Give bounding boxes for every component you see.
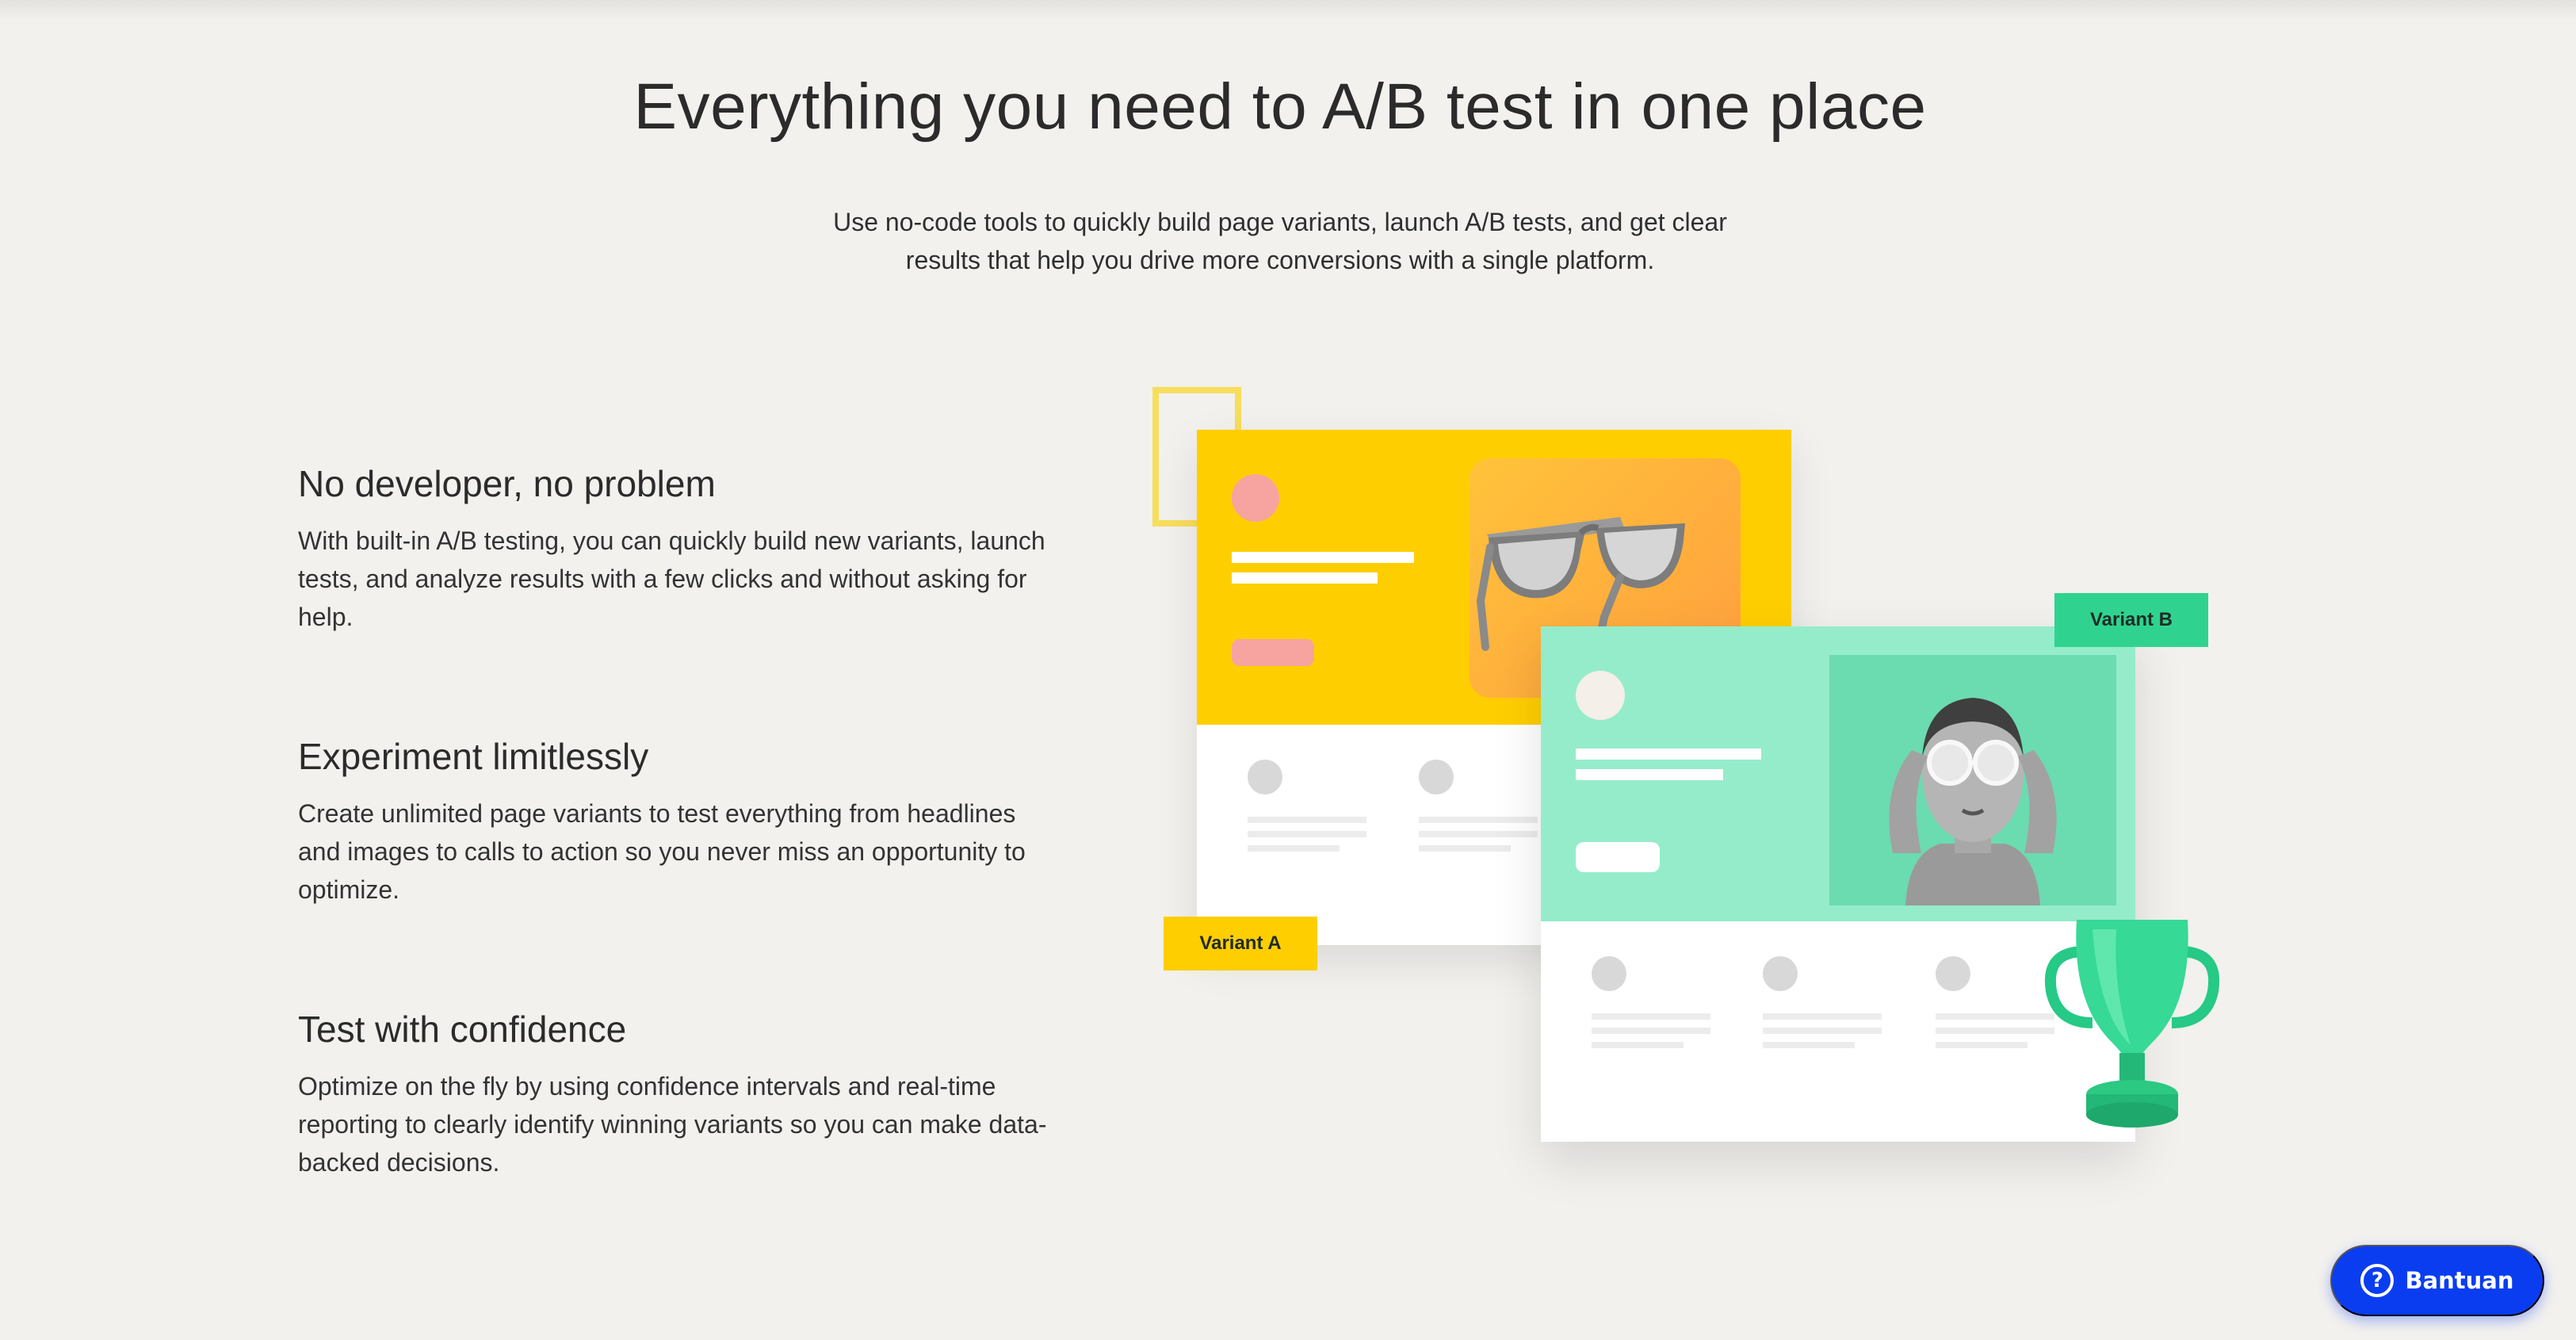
feature-title: Test with confidence [298, 1009, 627, 1050]
placeholder-line [1763, 1028, 1882, 1034]
placeholder-dot [1763, 956, 1798, 991]
hero-title: Everything you need to A/B test in one p… [633, 71, 1927, 143]
feature-body: Create unlimited page variants to test e… [298, 799, 1026, 904]
placeholder-line [1232, 572, 1378, 584]
placeholder-line [1592, 1042, 1684, 1048]
page: Everything you need to A/B test in one p… [0, 0, 2576, 1340]
placeholder-line [1576, 769, 1723, 780]
trophy-icon [2037, 904, 2227, 1142]
placeholder-dot [1592, 956, 1626, 991]
placeholder-avatar [1576, 671, 1625, 720]
feature-experiment: Experiment limitlessly Create unlimited … [298, 733, 1059, 909]
placeholder-line [1936, 1042, 2028, 1048]
placeholder-line [1592, 1013, 1710, 1020]
placeholder-avatar [1232, 474, 1279, 522]
feature-title: Experiment limitlessly [298, 736, 649, 777]
placeholder-line [1592, 1028, 1710, 1034]
placeholder-line [1763, 1013, 1882, 1020]
placeholder-dot [1248, 760, 1282, 794]
placeholder-line [1419, 845, 1511, 852]
placeholder-line [1248, 831, 1366, 837]
placeholder-line [1248, 817, 1366, 823]
question-circle-icon: ? [2360, 1264, 2394, 1297]
feature-confidence: Test with confidence Optimize on the fly… [298, 1005, 1059, 1181]
ab-test-illustration: Variant B Variant A [1141, 381, 2251, 1189]
placeholder-button [1232, 639, 1314, 666]
feature-body: With built-in A/B testing, you can quick… [298, 526, 1045, 631]
placeholder-line [1419, 817, 1538, 823]
help-label: Bantuan [2405, 1267, 2514, 1294]
feature-body: Optimize on the fly by using confidence … [298, 1072, 1047, 1177]
help-button[interactable]: ? Bantuan [2330, 1245, 2544, 1316]
placeholder-button [1576, 842, 1660, 872]
woman-with-glasses-image [1829, 655, 2116, 905]
placeholder-line [1248, 845, 1340, 852]
placeholder-line [1419, 831, 1538, 837]
placeholder-dot [1936, 956, 1970, 991]
header-shadow [0, 0, 2576, 21]
placeholder-line [1576, 748, 1761, 760]
feature-no-developer: No developer, no problem With built-in A… [298, 460, 1059, 636]
placeholder-line [1763, 1042, 1855, 1048]
variant-a-label: Variant A [1164, 917, 1317, 971]
feature-title: No developer, no problem [298, 463, 716, 504]
variant-b-hero [1541, 626, 2135, 921]
variant-b-label: Variant B [2054, 593, 2208, 647]
hero-subtitle: Use no-code tools to quickly build page … [833, 208, 1727, 274]
placeholder-line [1232, 552, 1414, 563]
placeholder-dot [1419, 760, 1454, 794]
